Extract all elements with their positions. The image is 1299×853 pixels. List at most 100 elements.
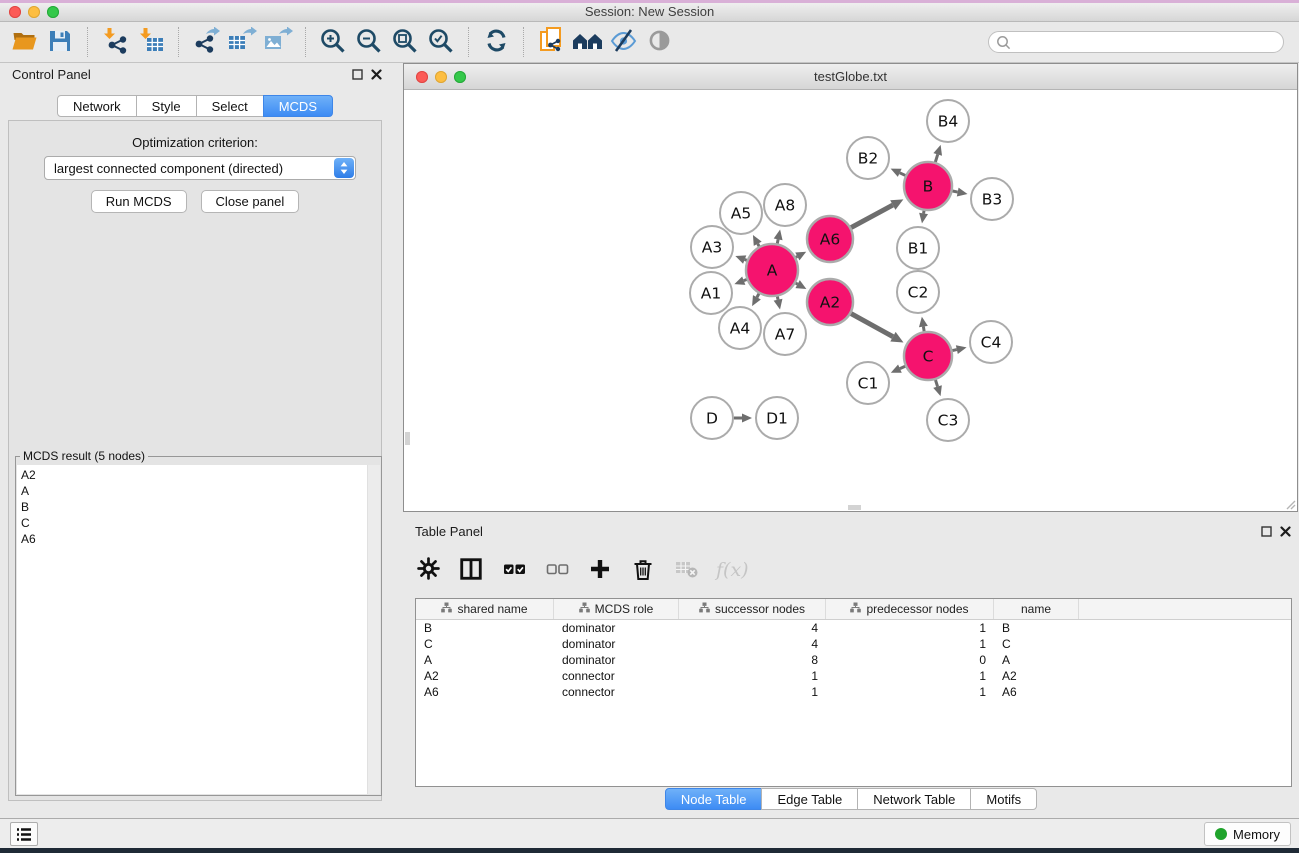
select-all-button[interactable] — [501, 557, 527, 583]
export-image-button[interactable] — [260, 25, 296, 59]
zoom-fit-button[interactable] — [387, 25, 423, 59]
close-window-button[interactable] — [9, 6, 21, 18]
column-header-mcds-role[interactable]: MCDS role — [554, 599, 679, 619]
edge-A6-B[interactable] — [851, 199, 903, 227]
memory-button[interactable]: Memory — [1204, 822, 1291, 846]
column-header-predecessor-nodes[interactable]: predecessor nodes — [826, 599, 994, 619]
node-B1[interactable]: B1 — [897, 227, 939, 269]
criterion-dropdown[interactable]: largest connected component (directed) — [44, 156, 356, 180]
edge-B-B4[interactable] — [933, 145, 942, 162]
node-A6[interactable]: A6 — [807, 216, 853, 262]
node-A2[interactable]: A2 — [807, 279, 853, 325]
tab-network[interactable]: Network — [57, 95, 137, 117]
save-session-button[interactable] — [42, 25, 78, 59]
tab-style[interactable]: Style — [136, 95, 197, 117]
zoom-window-button[interactable] — [47, 6, 59, 18]
close-network-button[interactable] — [416, 71, 428, 83]
node-B4[interactable]: B4 — [927, 100, 969, 142]
tab-mcds[interactable]: MCDS — [263, 95, 333, 117]
zoom-network-button[interactable] — [454, 71, 466, 83]
node-C[interactable]: C — [904, 332, 952, 380]
houses-button[interactable] — [569, 25, 605, 59]
edge-A-A4[interactable] — [752, 294, 761, 306]
node-A5[interactable]: A5 — [720, 192, 762, 234]
float-panel-icon[interactable] — [351, 68, 363, 80]
zoom-out-button[interactable] — [351, 25, 387, 59]
deselect-all-button[interactable] — [544, 557, 570, 583]
delete-table-button[interactable] — [673, 557, 699, 583]
edge-A-A8[interactable] — [774, 230, 783, 244]
function-builder-button[interactable]: f(x) — [716, 557, 749, 583]
node-B[interactable]: B — [904, 162, 952, 210]
task-history-button[interactable] — [10, 822, 38, 846]
show-columns-button[interactable] — [458, 557, 484, 583]
float-table-panel-icon[interactable] — [1260, 525, 1272, 537]
edge-C-C2[interactable] — [919, 317, 928, 332]
tab-edge-table[interactable]: Edge Table — [761, 788, 858, 810]
table-row[interactable]: Cdominator41C — [416, 636, 1291, 652]
node-B3[interactable]: B3 — [971, 178, 1013, 220]
node-C1[interactable]: C1 — [847, 362, 889, 404]
add-column-button[interactable] — [587, 557, 613, 583]
close-panel-button[interactable]: Close panel — [201, 190, 300, 213]
edge-A2-C[interactable] — [851, 314, 903, 343]
node-A8[interactable]: A8 — [764, 184, 806, 226]
import-network-button[interactable] — [97, 25, 133, 59]
edge-D-D1[interactable] — [734, 414, 752, 423]
node-C3[interactable]: C3 — [927, 399, 969, 441]
tab-network-table[interactable]: Network Table — [857, 788, 971, 810]
resize-grip-icon[interactable] — [1284, 498, 1296, 510]
result-item[interactable]: A6 — [17, 531, 367, 547]
node-A[interactable]: A — [746, 244, 798, 296]
delete-column-button[interactable] — [630, 557, 656, 583]
result-item[interactable]: A2 — [17, 467, 367, 483]
column-header-name[interactable]: name — [994, 599, 1079, 619]
edge-C-C4[interactable] — [952, 345, 966, 354]
vertical-scroll-indicator[interactable] — [405, 432, 410, 445]
node-A4[interactable]: A4 — [719, 307, 761, 349]
network-canvas[interactable]: B4B2BB3A5A8A6A3B1AA1C2A2A4A7C4CC1DD1C3 — [404, 90, 1297, 511]
result-item[interactable]: C — [17, 515, 367, 531]
result-item[interactable]: A — [17, 483, 367, 499]
minimize-window-button[interactable] — [28, 6, 40, 18]
edge-A-A7[interactable] — [774, 296, 783, 309]
table-row[interactable]: Adominator80A — [416, 652, 1291, 668]
edge-C-C3[interactable] — [933, 380, 942, 396]
node-D[interactable]: D — [691, 397, 733, 439]
minimize-network-button[interactable] — [435, 71, 447, 83]
mcds-result-list[interactable]: A2ABCA6 — [17, 465, 367, 794]
table-row[interactable]: A2connector11A2 — [416, 668, 1291, 684]
node-C2[interactable]: C2 — [897, 271, 939, 313]
hide-eye-button[interactable] — [605, 25, 641, 59]
close-table-panel-icon[interactable] — [1279, 525, 1291, 537]
import-table-button[interactable] — [133, 25, 169, 59]
table-settings-button[interactable] — [415, 557, 441, 583]
node-A3[interactable]: A3 — [691, 226, 733, 268]
search-input[interactable] — [1016, 35, 1276, 49]
tab-motifs[interactable]: Motifs — [970, 788, 1037, 810]
node-B2[interactable]: B2 — [847, 137, 889, 179]
edge-C-C1[interactable] — [891, 365, 905, 373]
edge-B-B2[interactable] — [891, 169, 906, 177]
zoom-selected-button[interactable] — [423, 25, 459, 59]
show-eye-button[interactable] — [641, 25, 677, 59]
edge-B-B1[interactable] — [919, 211, 928, 224]
node-D1[interactable]: D1 — [756, 397, 798, 439]
node-A7[interactable]: A7 — [764, 313, 806, 355]
tab-node-table[interactable]: Node Table — [665, 788, 763, 810]
edge-A-A2[interactable] — [795, 280, 806, 289]
result-item[interactable]: B — [17, 499, 367, 515]
horizontal-scroll-indicator[interactable] — [848, 505, 861, 510]
table-row[interactable]: Bdominator41B — [416, 620, 1291, 636]
tab-select[interactable]: Select — [196, 95, 264, 117]
table-row[interactable]: A6connector11A6 — [416, 684, 1291, 700]
column-header-shared-name[interactable]: shared name — [416, 599, 554, 619]
edge-A-A5[interactable] — [753, 235, 762, 246]
column-header-successor-nodes[interactable]: successor nodes — [679, 599, 826, 619]
node-A1[interactable]: A1 — [690, 272, 732, 314]
close-panel-icon[interactable] — [370, 68, 382, 80]
duplicate-network-button[interactable] — [533, 25, 569, 59]
open-file-button[interactable] — [6, 25, 42, 59]
export-table-button[interactable] — [224, 25, 260, 59]
search-box[interactable] — [988, 31, 1284, 53]
